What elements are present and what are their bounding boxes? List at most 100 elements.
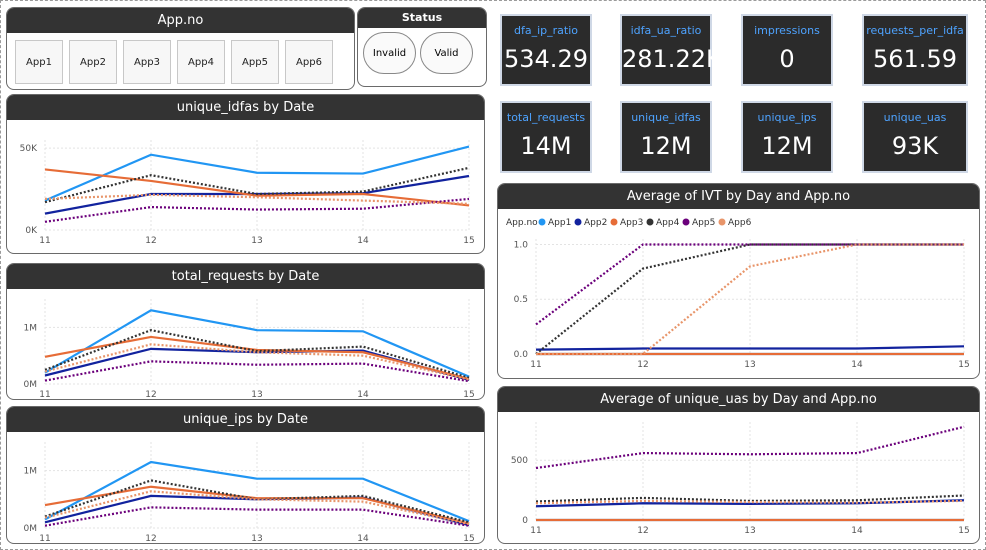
y-tick-label: 0.0 xyxy=(514,350,529,360)
legend-title: App.no xyxy=(506,218,538,228)
kpi-label: unique_idfas xyxy=(631,111,701,124)
kpi-label: idfa_ua_ratio xyxy=(630,24,702,37)
status-item-valid[interactable]: Valid xyxy=(420,32,473,74)
kpi-label: unique_uas xyxy=(883,111,947,124)
y-tick-label: 0M xyxy=(24,380,38,390)
kpi-card-idfa-ua-ratio: idfa_ua_ratio 281.22K xyxy=(620,14,722,86)
legend-marker xyxy=(646,218,654,226)
app-slicer-title: App.no xyxy=(7,8,354,33)
x-tick-label: 11 xyxy=(530,360,541,370)
x-tick-label: 14 xyxy=(851,360,863,370)
slicer-item-app3[interactable]: App3 xyxy=(123,40,171,84)
x-tick-label: 13 xyxy=(251,236,262,246)
x-tick-label: 11 xyxy=(530,526,541,536)
kpi-card-impressions: impressions 0 xyxy=(741,14,833,86)
series-line-app3[interactable] xyxy=(44,485,470,525)
kpi-value: 534.29 xyxy=(504,45,588,73)
kpi-label: total_requests xyxy=(506,111,586,124)
kpi-value: 12M xyxy=(640,132,692,160)
legend-entry[interactable]: App2 xyxy=(584,218,607,228)
chart-card-total-requests[interactable]: total_requests by Date 1M 0M 11 12 13 14 15 xyxy=(6,263,485,400)
legend-marker xyxy=(574,218,582,226)
chart-title: Average of unique_uas by Day and App.no xyxy=(498,387,979,412)
x-tick-label: 13 xyxy=(251,390,262,398)
app-slicer: App.no App1 App2 App3 App4 App5 App6 xyxy=(6,7,355,90)
legend-entry[interactable]: App6 xyxy=(728,218,752,228)
x-tick-label: 13 xyxy=(251,534,262,542)
x-tick-label: 15 xyxy=(463,390,474,398)
y-tick-label: 0 xyxy=(522,516,528,526)
kpi-label: requests_per_idfa xyxy=(866,24,964,37)
x-tick-label: 15 xyxy=(463,236,474,246)
chart-card-avg-ivt[interactable]: Average of IVT by Day and App.no 1.0 0.5 0… xyxy=(497,183,980,379)
line-chart-avg-ivt: 1.0 0.5 0.011 12 13 14 15 App.no App1 App2 App3 App… xyxy=(506,218,970,370)
kpi-value: 12M xyxy=(761,132,813,160)
x-tick-label: 15 xyxy=(463,534,474,542)
kpi-value: 0 xyxy=(779,45,795,73)
chart-card-avg-unique-uas[interactable]: Average of unique_uas by Day and App.no … xyxy=(497,386,980,544)
slicer-item-app1[interactable]: App1 xyxy=(15,40,63,84)
kpi-label: dfa_ip_ratio xyxy=(514,24,578,37)
status-slicer: Status Invalid Valid xyxy=(357,7,487,87)
line-chart-unique-ips: 1M 0M11 12 13 14 15 xyxy=(24,442,475,543)
y-tick-label: 500 xyxy=(511,456,528,466)
x-tick-label: 11 xyxy=(39,236,50,246)
legend-entry[interactable]: App1 xyxy=(548,218,571,228)
legend-marker xyxy=(682,218,690,226)
x-tick-label: 11 xyxy=(39,390,50,398)
legend-marker xyxy=(538,218,546,226)
x-tick-label: 15 xyxy=(958,360,969,370)
kpi-card-dfa-ip-ratio: dfa_ip_ratio 534.29 xyxy=(500,14,592,86)
kpi-card-unique-idfas: unique_idfas 12M xyxy=(620,101,712,173)
slicer-item-app2[interactable]: App2 xyxy=(69,40,117,84)
legend-entry[interactable]: App4 xyxy=(656,218,680,228)
x-tick-label: 15 xyxy=(958,526,969,536)
kpi-label: unique_ips xyxy=(757,111,817,124)
x-tick-label: 13 xyxy=(744,360,755,370)
chart-card-unique-ips[interactable]: unique_ips by Date 1M 0M 11 12 13 14 15 xyxy=(6,406,485,544)
kpi-value: 93K xyxy=(891,132,939,160)
slicer-item-app5[interactable]: App5 xyxy=(231,40,279,84)
status-item-invalid[interactable]: Invalid xyxy=(363,32,416,74)
kpi-value: 14M xyxy=(520,132,572,160)
chart-title: unique_ips by Date xyxy=(7,407,484,432)
y-tick-label: 1M xyxy=(24,467,38,477)
legend-entry[interactable]: App5 xyxy=(692,218,715,228)
kpi-card-requests-per-idfa: requests_per_idfa 561.59 xyxy=(862,14,968,86)
x-tick-label: 13 xyxy=(744,526,755,536)
chart-card-unique-idfas[interactable]: unique_idfas by Date 50K 0K 11 12 13 14 15 xyxy=(6,94,485,254)
chart-title: Average of IVT by Day and App.no xyxy=(498,184,979,209)
y-tick-label: 1.0 xyxy=(514,240,529,250)
legend-marker xyxy=(610,218,618,226)
x-tick-label: 14 xyxy=(357,390,369,398)
line-chart-total-requests: 1M 0M11 12 13 14 15 xyxy=(24,299,475,399)
line-chart-unique-idfas: 50K 0K11 12 13 14 15 xyxy=(20,140,475,246)
status-slicer-title: Status xyxy=(358,8,486,28)
x-tick-label: 14 xyxy=(357,236,369,246)
legend-entry[interactable]: App3 xyxy=(620,218,643,228)
y-tick-label: 0M xyxy=(24,524,38,534)
y-tick-label: 50K xyxy=(20,144,38,154)
y-tick-label: 0K xyxy=(25,226,38,236)
x-tick-label: 14 xyxy=(851,526,863,536)
kpi-card-unique-ips: unique_ips 12M xyxy=(741,101,833,173)
legend-marker xyxy=(718,218,726,226)
x-tick-label: 14 xyxy=(357,534,369,542)
kpi-card-unique-uas: unique_uas 93K xyxy=(862,101,968,173)
slicer-item-app4[interactable]: App4 xyxy=(177,40,225,84)
x-tick-label: 12 xyxy=(145,534,156,542)
x-tick-label: 11 xyxy=(39,534,50,542)
x-tick-label: 12 xyxy=(145,236,156,246)
series-line-app4[interactable] xyxy=(44,329,470,379)
kpi-label: impressions xyxy=(754,24,820,37)
chart-title: total_requests by Date xyxy=(7,264,484,289)
x-tick-label: 12 xyxy=(637,526,648,536)
slicer-item-app6[interactable]: App6 xyxy=(285,40,333,84)
y-tick-label: 0.5 xyxy=(514,295,528,305)
y-tick-label: 1M xyxy=(24,323,38,333)
series-line-app2[interactable] xyxy=(535,345,965,351)
x-tick-label: 12 xyxy=(637,360,648,370)
chart-title: unique_idfas by Date xyxy=(7,95,484,120)
line-chart-avg-unique-uas: 500 011 12 13 14 15 xyxy=(511,422,970,536)
x-tick-label: 12 xyxy=(145,390,156,398)
